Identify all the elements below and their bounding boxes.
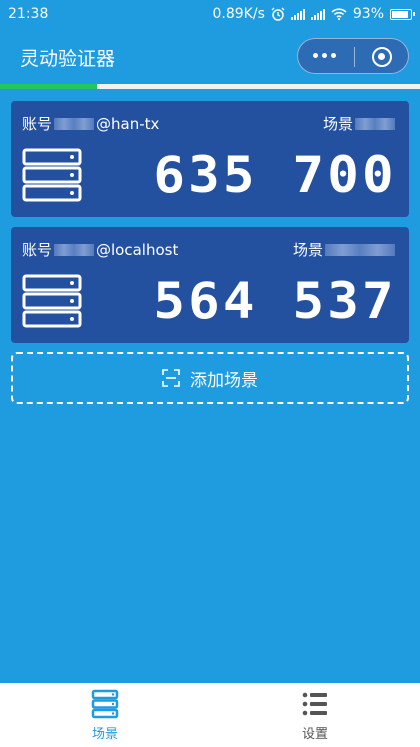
add-scene-label: 添加场景 (190, 370, 258, 391)
scan-icon (162, 369, 180, 387)
tab-bar: 场景 设置 (0, 683, 420, 747)
server-icon (22, 148, 82, 202)
account-label: 账号 (22, 115, 53, 133)
blurred-account (54, 117, 95, 130)
close-icon[interactable] (372, 47, 392, 67)
list-icon (302, 692, 327, 716)
tab-scenes-label: 场景 (91, 727, 118, 742)
blurred-account (54, 243, 95, 256)
network-speed: 0.89K/s (212, 6, 265, 22)
title-bar: 灵动验证器 (0, 30, 420, 84)
server-stack-icon (91, 689, 119, 719)
blurred-scene (325, 243, 395, 256)
tab-scenes[interactable]: 场景 (0, 683, 210, 747)
more-icon[interactable] (313, 53, 336, 58)
otp-card[interactable]: 账号 @han-tx 场景 635 700 (11, 101, 409, 217)
signal-1-icon (290, 8, 305, 20)
server-icon (22, 274, 82, 328)
blurred-scene (355, 117, 395, 130)
tab-settings-label: 设置 (301, 727, 328, 742)
otp-code: 635 700 (153, 146, 397, 204)
miniprogram-capsule (297, 38, 409, 74)
otp-card[interactable]: 账号 @localhost 场景 564 537 (11, 227, 409, 343)
scene-info: 场景 (293, 239, 397, 260)
wifi-icon (331, 8, 347, 20)
status-bar: 21:38 0.89K/s 93% (0, 0, 420, 30)
battery-icon (390, 8, 415, 20)
status-time: 21:38 (8, 6, 49, 22)
signal-2-icon (310, 8, 325, 20)
battery-percent: 93% (352, 6, 384, 22)
otp-code: 564 537 (153, 272, 397, 330)
scene-label: 场景 (322, 115, 353, 133)
scene-info: 场景 (323, 113, 397, 134)
account-suffix: @localhost (96, 240, 179, 259)
tab-settings[interactable]: 设置 (210, 683, 420, 747)
account-suffix: @han-tx (96, 114, 160, 133)
scene-label: 场景 (292, 241, 323, 259)
status-right: 0.89K/s 93% (212, 6, 415, 22)
account-label: 账号 (22, 241, 53, 259)
add-scene-button[interactable]: 添加场景 (11, 352, 409, 404)
account-info: 账号 @han-tx (22, 113, 159, 134)
alarm-icon (271, 7, 285, 21)
page-title: 灵动验证器 (20, 48, 116, 70)
account-info: 账号 @localhost (22, 239, 178, 260)
countdown-progress (0, 84, 97, 89)
capsule-divider (354, 47, 355, 67)
